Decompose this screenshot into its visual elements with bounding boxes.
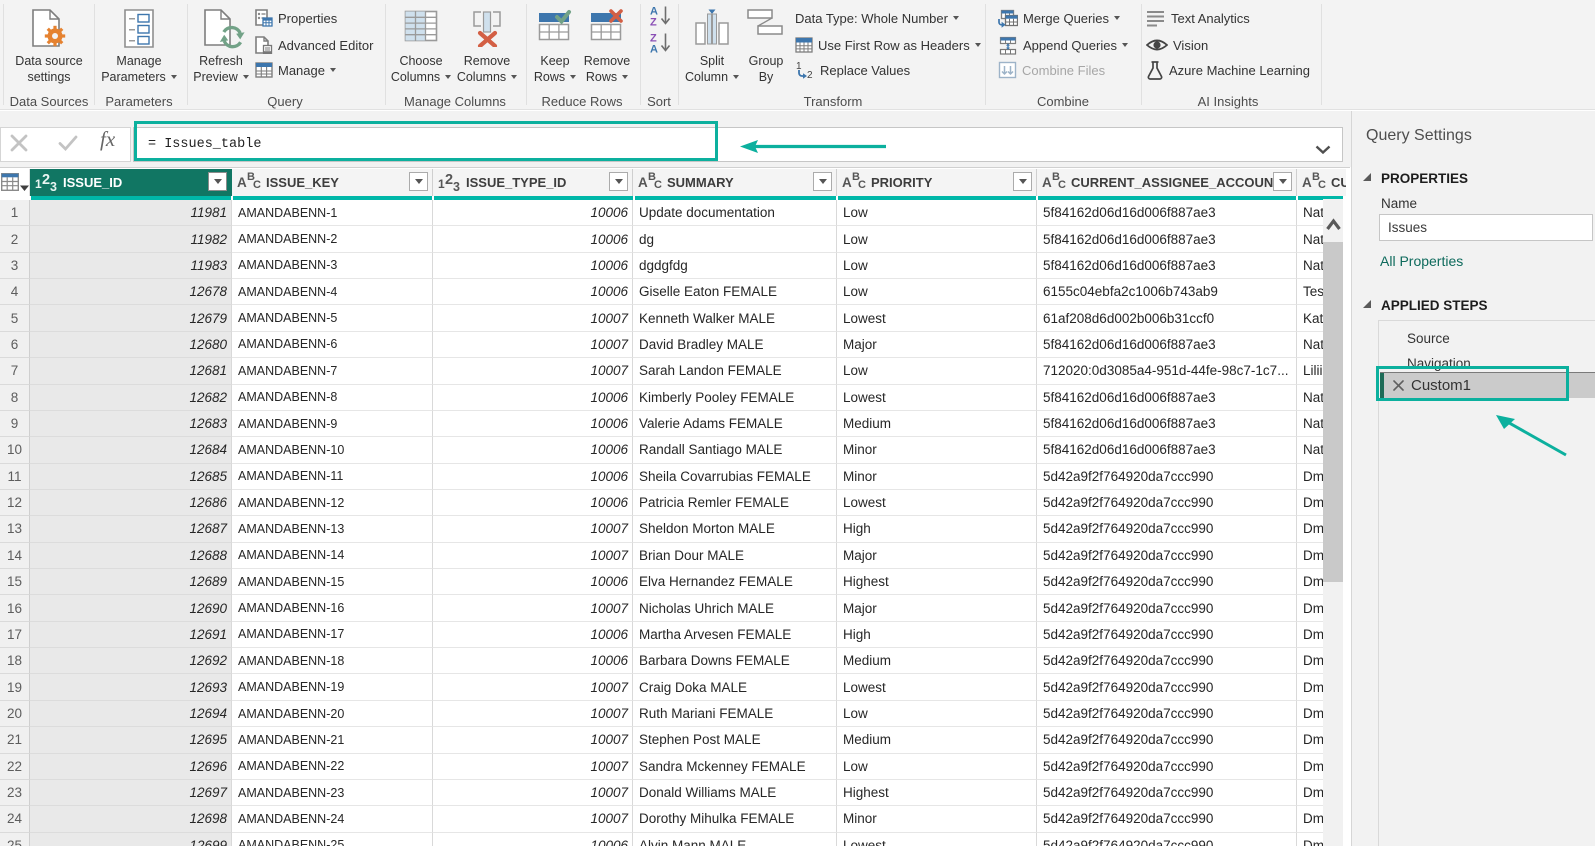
svg-text:2: 2 xyxy=(807,70,813,79)
svg-text:Z: Z xyxy=(650,17,657,28)
